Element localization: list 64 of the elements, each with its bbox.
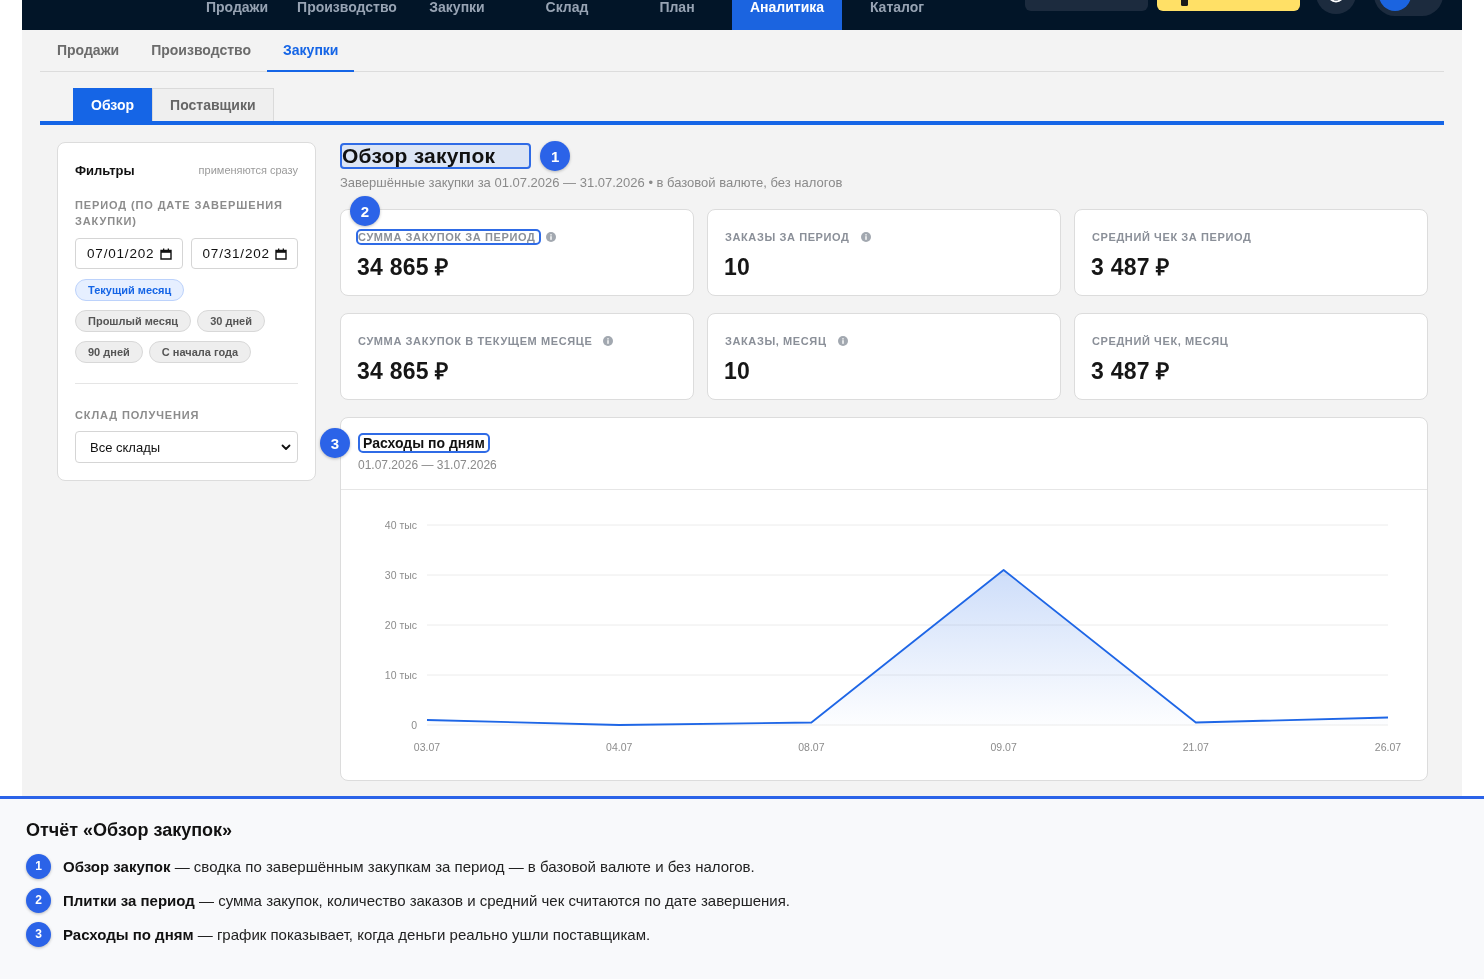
axis-label: 0 (411, 718, 417, 731)
guide-text: Плитки за период — сумма закупок, количество заказов и средний чек считаются по дате завершения. (63, 891, 790, 909)
report-tab[interactable]: Обзор (73, 88, 153, 121)
step-badge: 1 (26, 853, 51, 879)
guide-title: Отчёт «Обзор закупок» (26, 819, 234, 841)
guide-text: Обзор закупок — сводка по завершённым закупкам за период — в базовой валюте и без налогов. (63, 857, 755, 875)
preset-chip[interactable]: 30 дней (197, 310, 265, 332)
field-label: СКЛАД ПОЛУЧЕНИЯ (75, 408, 201, 423)
warehouse-select[interactable]: Все склады (75, 431, 298, 463)
chart-subtitle: 01.07.2026 — 31.07.2026 (358, 457, 497, 473)
kpi-label: ЗАКАЗЫ ЗА ПЕРИОД (724, 230, 851, 245)
page-subtitle: Завершённые закупки за 01.07.2026 — 31.07.2026 • в базовой валюте, без налогов (340, 175, 844, 191)
calendar-icon[interactable] (275, 247, 287, 260)
date-field[interactable]: 07/31/202 (190, 238, 298, 269)
section-tab[interactable]: Продажи (41, 30, 136, 72)
nav-tab[interactable]: План (622, 0, 732, 30)
axis-label: 26.07 (1374, 741, 1402, 753)
kpi-label: СУММА ЗАКУПОК В ТЕКУЩЕМ МЕСЯЦЕ (357, 334, 594, 349)
step-badge: 1 (540, 141, 571, 171)
step-badge: 3 (320, 428, 350, 458)
section-tab[interactable]: Производство (135, 30, 268, 72)
step-badge: 2 (26, 887, 51, 913)
kpi-label: СРЕДНИЙ ЧЕК, МЕСЯЦ (1091, 334, 1230, 349)
panel-title: Фильтры (75, 162, 135, 178)
kpi-label: СРЕДНИЙ ЧЕК ЗА ПЕРИОД (1091, 230, 1253, 245)
nav-tab[interactable]: Каталог (842, 0, 952, 30)
date-field[interactable]: 07/01/202 (75, 238, 183, 269)
nav-tab[interactable]: Продажи (182, 0, 292, 30)
axis-label: 09.07 (990, 741, 1017, 753)
section-tab[interactable]: Закупки (267, 30, 355, 72)
axis-label: 04.07 (606, 741, 633, 753)
field-label: ПЕРИОД (ПО ДАТЕ ЗАВЕРШЕНИЯ ЗАКУПКИ) (75, 198, 284, 229)
nav-tab[interactable]: Склад (512, 0, 622, 30)
axis-label: 03.07 (413, 741, 441, 753)
kpi-value: 34 865 ₽ (357, 357, 449, 385)
preset-chip[interactable]: С начала года (148, 341, 252, 363)
axis-label: 30 тыс (384, 568, 417, 581)
kpi-label: СУММА ЗАКУПОК ЗА ПЕРИОД (356, 229, 542, 245)
kpi-value: 3 487 ₽ (1091, 253, 1170, 281)
report-tab[interactable]: Поставщики (152, 88, 274, 121)
nav-tab[interactable]: Закупки (402, 0, 512, 30)
axis-label: 40 тыс (384, 518, 417, 531)
page-title: Обзор закупок (340, 143, 532, 169)
axis-label: 10 тыс (384, 668, 417, 681)
axis-label: 21.07 (1182, 741, 1209, 753)
kpi-value: 3 487 ₽ (1091, 357, 1170, 385)
guide-text: Расходы по дням — график показывает, когда деньги реально ушли поставщикам. (63, 925, 651, 943)
step-badge: 3 (26, 921, 51, 947)
chart-title: Расходы по дням (358, 433, 490, 453)
preset-chip[interactable]: Прошлый месяц (75, 310, 192, 332)
step-badge: 2 (350, 196, 380, 226)
panel-hint: применяются сразу (198, 164, 298, 176)
calendar-icon[interactable] (159, 247, 172, 260)
kpi-label: ЗАКАЗЫ, МЕСЯЦ (724, 334, 828, 349)
kpi-value: 34 865 ₽ (357, 253, 449, 281)
preset-chip[interactable]: 90 дней (75, 341, 143, 363)
axis-label: 08.07 (798, 741, 825, 753)
chevron-down-icon (281, 442, 291, 452)
nav-tab[interactable]: Аналитика (732, 0, 842, 30)
nav-tab[interactable]: Производство (292, 0, 402, 30)
axis-label: 20 тыс (384, 618, 417, 631)
kpi-value: 10 (724, 357, 751, 385)
kpi-value: 10 (724, 253, 751, 281)
preset-chip[interactable]: Текущий месяц (75, 279, 185, 301)
